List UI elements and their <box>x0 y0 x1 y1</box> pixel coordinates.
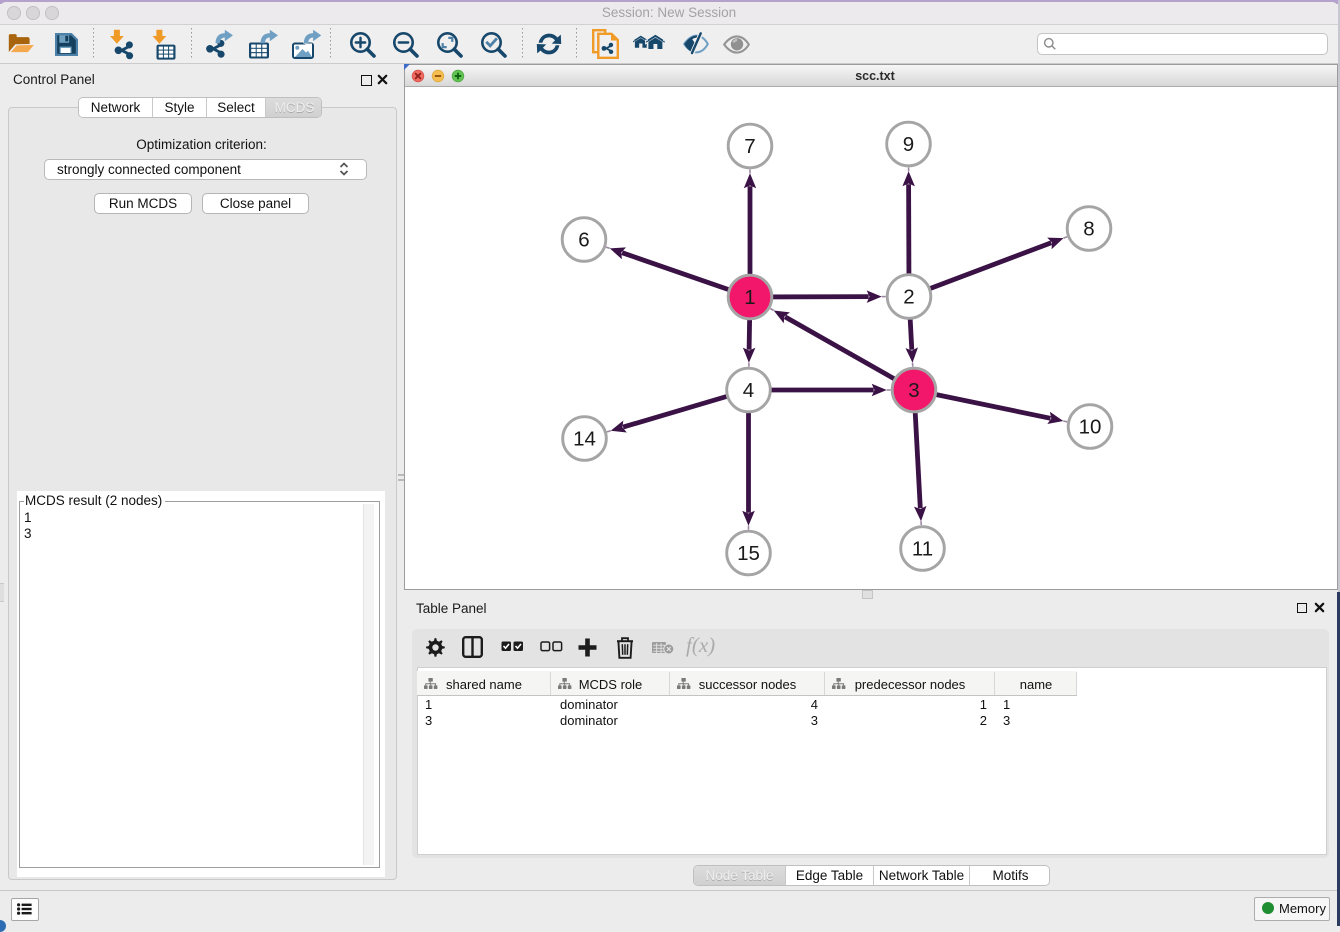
svg-text:9: 9 <box>903 133 914 156</box>
svg-text:2: 2 <box>903 286 914 309</box>
svg-text:15: 15 <box>737 542 760 565</box>
svg-text:11: 11 <box>912 538 933 561</box>
svg-text:6: 6 <box>578 229 589 252</box>
svg-text:10: 10 <box>1079 416 1102 439</box>
svg-text:14: 14 <box>573 428 596 451</box>
svg-text:7: 7 <box>744 135 755 158</box>
svg-text:1: 1 <box>744 286 755 309</box>
svg-text:3: 3 <box>908 379 919 402</box>
svg-text:8: 8 <box>1083 218 1094 241</box>
svg-text:4: 4 <box>743 379 754 402</box>
